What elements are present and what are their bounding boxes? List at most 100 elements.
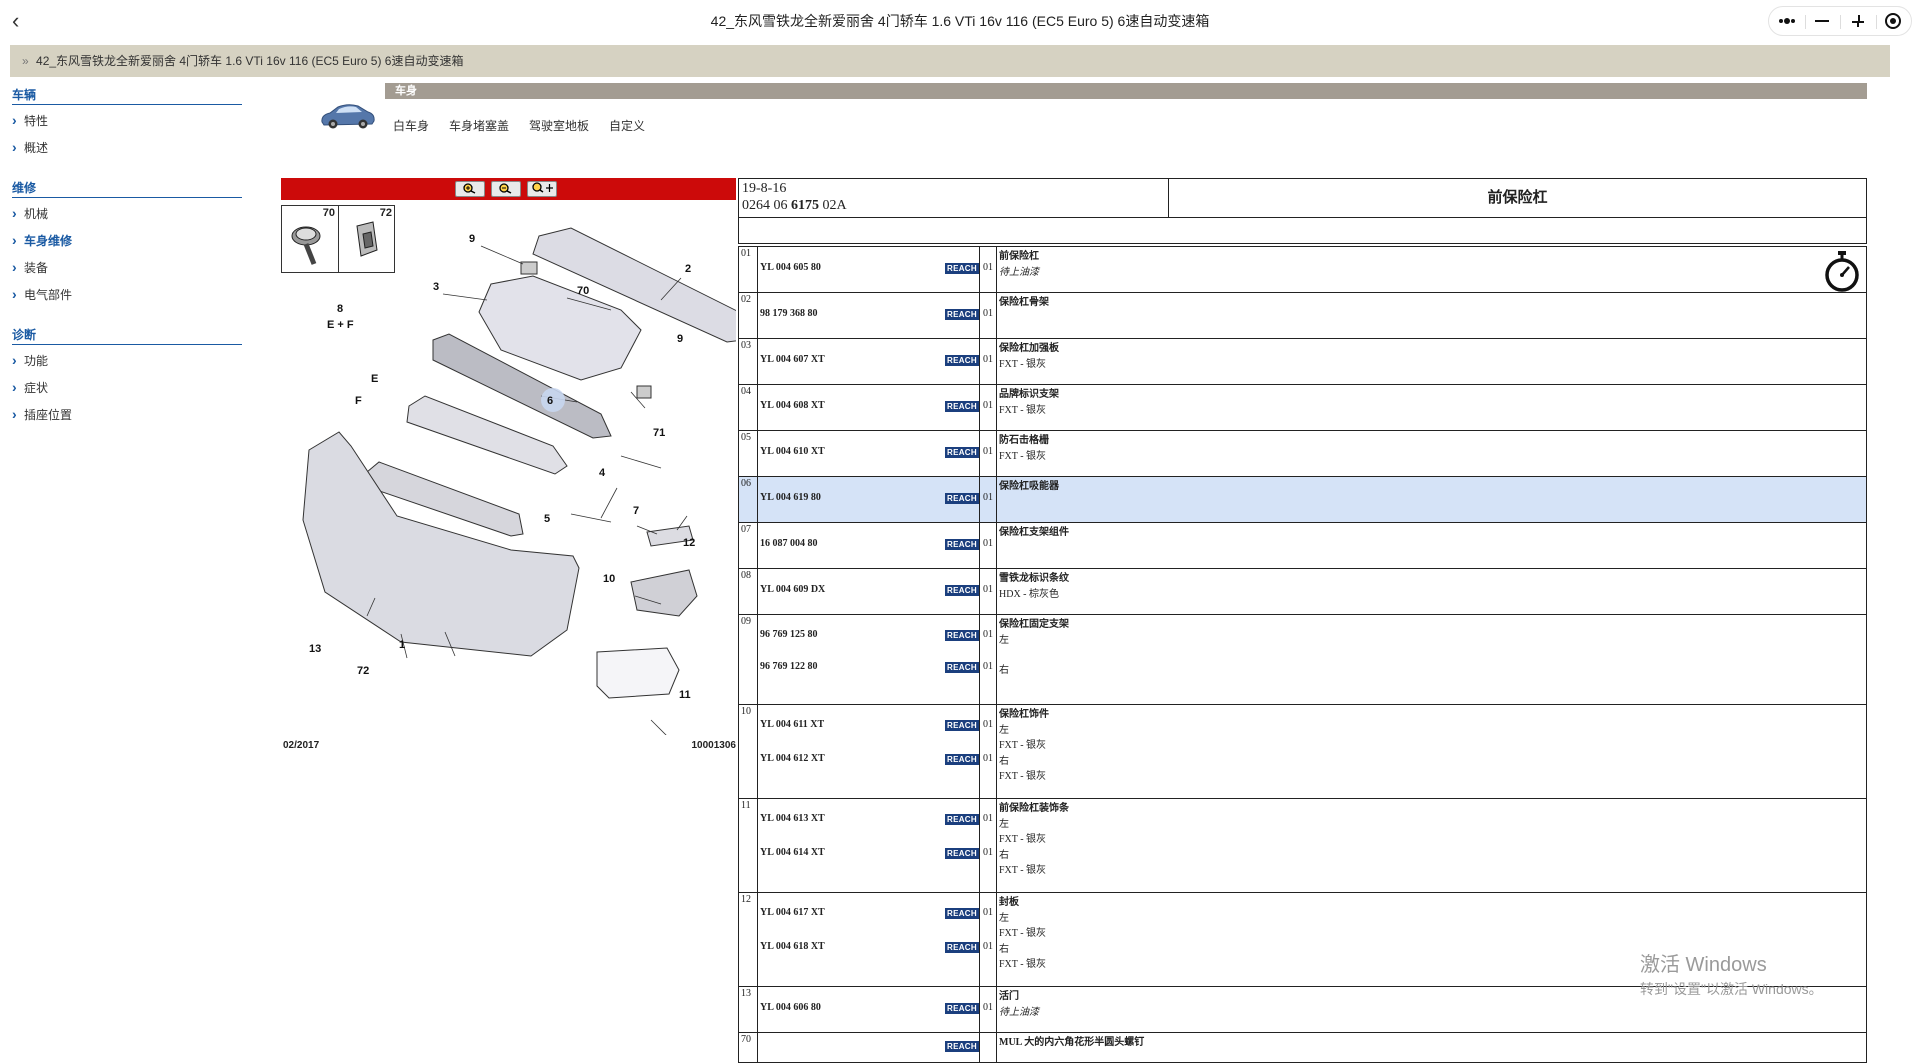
part-number[interactable]: 96 769 122 80 [760,661,818,672]
part-row[interactable]: 05 YL 004 610 XT REACH 01 防石击格栅 FXT - 银灰 [738,431,1867,477]
sidebar-item-equipment[interactable]: 装备 [12,257,242,285]
callout-label[interactable]: 6 [547,395,553,407]
sidebar-item-body-repair[interactable]: 车身维修 [12,230,242,258]
restore-icon[interactable] [1840,7,1876,35]
callout-label[interactable]: E + F [327,319,354,331]
reach-badge[interactable]: REACH [945,908,979,919]
part-row[interactable]: 10 YL 004 611 XT REACH YL 004 612 XT REACH 01… [738,705,1867,799]
category-bar: 车身 [385,83,1867,99]
close-target-icon[interactable] [1875,7,1912,35]
part-row[interactable]: 09 96 769 125 80 REACH 96 769 122 80 REACH 01… [738,615,1867,705]
callout-label[interactable]: 12 [683,537,695,549]
part-number[interactable]: YL 004 612 XT [760,753,825,764]
reach-badge[interactable]: REACH [945,848,979,859]
callout-label[interactable]: 9 [469,233,475,245]
callout-label[interactable]: F [355,395,362,407]
part-row[interactable]: 02 98 179 368 80 REACH 01 保险杠骨架 [738,293,1867,339]
callout-label[interactable]: 11 [679,689,691,701]
part-detail-line: 右 [999,849,1009,861]
reach-badge[interactable]: REACH [945,630,979,641]
part-number[interactable]: YL 004 614 XT [760,847,825,858]
callout-label[interactable]: 4 [599,467,606,479]
part-number[interactable]: 98 179 368 80 [760,308,818,319]
reach-badge[interactable]: REACH [945,539,979,550]
part-number[interactable]: YL 004 619 80 [760,492,821,503]
sidebar-item-connector-locations[interactable]: 插座位置 [12,404,242,432]
breadcrumb-text[interactable]: 42_东风雪铁龙全新爱丽舍 4门轿车 1.6 VTi 16v 116 (EC5 … [36,54,463,68]
part-row[interactable]: 04 YL 004 608 XT REACH 01 品牌标识支架 FXT - 银灰 [738,385,1867,431]
sidebar-item-overview[interactable]: 概述 [12,137,242,165]
zoom-in-icon[interactable] [455,181,485,197]
callout-label[interactable]: 7 [633,505,639,517]
tab-body-in-white[interactable]: 白车身 [393,117,429,134]
callout-label[interactable]: 13 [309,643,321,655]
reach-badge[interactable]: REACH [945,263,979,274]
reach-badge[interactable]: REACH [945,942,979,953]
reach-badge[interactable]: REACH [945,493,979,504]
part-row[interactable]: 03 YL 004 607 XT REACH 01 保险杠加强板 FXT - 银灰 [738,339,1867,385]
reach-badge[interactable]: REACH [945,401,979,412]
part-number[interactable]: YL 004 611 XT [760,719,824,730]
callout-label[interactable]: 10 [603,573,615,585]
sidebar-item-symptoms[interactable]: 症状 [12,377,242,405]
quantity-value: 01 [983,1002,993,1013]
sidebar-item-features[interactable]: 特性 [12,110,242,138]
part-number[interactable]: YL 004 610 XT [760,446,825,457]
callout-label[interactable]: 2 [685,263,691,275]
part-row[interactable]: 06 YL 004 619 80 REACH 01 保险杠吸能器 [738,477,1867,523]
callout-label[interactable]: 8 [337,303,343,315]
part-number[interactable]: 16 087 004 80 [760,538,818,549]
part-number[interactable]: YL 004 618 XT [760,941,825,952]
callout-label[interactable]: 3 [433,281,439,293]
more-icon[interactable] [1769,7,1805,35]
part-row[interactable]: 07 16 087 004 80 REACH 01 保险杠支架组件 [738,523,1867,569]
part-number[interactable]: YL 004 605 80 [760,262,821,273]
quantity-cell: 01 [980,569,997,614]
part-description: 保险杠骨架 [997,293,1866,338]
reach-badge[interactable]: REACH [945,447,979,458]
callout-label[interactable]: 72 [357,665,369,677]
part-name: 前保险杠 [999,251,1039,262]
part-number[interactable]: YL 004 613 XT [760,813,825,824]
tab-cab-floor[interactable]: 驾驶室地板 [529,117,589,134]
reach-badge[interactable]: REACH [945,1041,979,1052]
callout-label[interactable]: 9 [677,333,683,345]
part-number[interactable]: YL 004 607 XT [760,354,825,365]
callout-label[interactable]: 5 [544,513,550,525]
part-number[interactable]: YL 004 609 DX [760,584,825,595]
part-row[interactable]: 01 YL 004 605 80 REACH 01 前保险杠 待上油漆 [738,247,1867,293]
callout-label[interactable]: 1 [399,639,405,651]
part-detail-line: 待上油漆 [999,1006,1039,1018]
part-number[interactable]: 96 769 125 80 [760,629,818,640]
part-row[interactable]: 11 YL 004 613 XT REACH YL 004 614 XT REACH 01… [738,799,1867,893]
sidebar-item-mechanical[interactable]: 机械 [12,203,242,231]
reach-badge[interactable]: REACH [945,814,979,825]
minimize-icon[interactable] [1804,7,1841,35]
watermark-line-2: 转到"设置"以激活 Windows。 [1640,981,1823,997]
zoom-fit-icon[interactable] [527,181,557,197]
quantity-value: 01 [983,719,993,730]
reach-badge[interactable]: REACH [945,720,979,731]
reach-badge[interactable]: REACH [945,662,979,673]
tab-body-plugs[interactable]: 车身堵塞盖 [449,117,509,134]
tab-custom[interactable]: 自定义 [609,117,645,134]
part-number[interactable]: YL 004 606 80 [760,1002,821,1013]
callout-label[interactable]: 71 [653,427,665,439]
callout-label[interactable]: E [371,373,378,385]
callout-label[interactable]: 70 [577,285,589,297]
part-name: 保险杠饰件 [999,709,1049,720]
reach-badge[interactable]: REACH [945,585,979,596]
part-row[interactable]: 70 REACH MUL 大的内六角花形半圆头螺钉 [738,1033,1867,1063]
zoom-out-icon[interactable] [491,181,521,197]
reach-badge[interactable]: REACH [945,1003,979,1014]
reach-badge[interactable]: REACH [945,355,979,366]
stopwatch-icon[interactable] [1822,249,1862,293]
part-detail-line: FXT - 银灰 [999,740,1047,751]
sidebar-item-functions[interactable]: 功能 [12,350,242,378]
sidebar-item-electrical[interactable]: 电气部件 [12,284,242,312]
part-number[interactable]: YL 004 608 XT [760,400,825,411]
reach-badge[interactable]: REACH [945,754,979,765]
part-row[interactable]: 08 YL 004 609 DX REACH 01 雪铁龙标识条纹 HDX - 棕灰色 [738,569,1867,615]
part-number[interactable]: YL 004 617 XT [760,907,825,918]
reach-badge[interactable]: REACH [945,309,979,320]
